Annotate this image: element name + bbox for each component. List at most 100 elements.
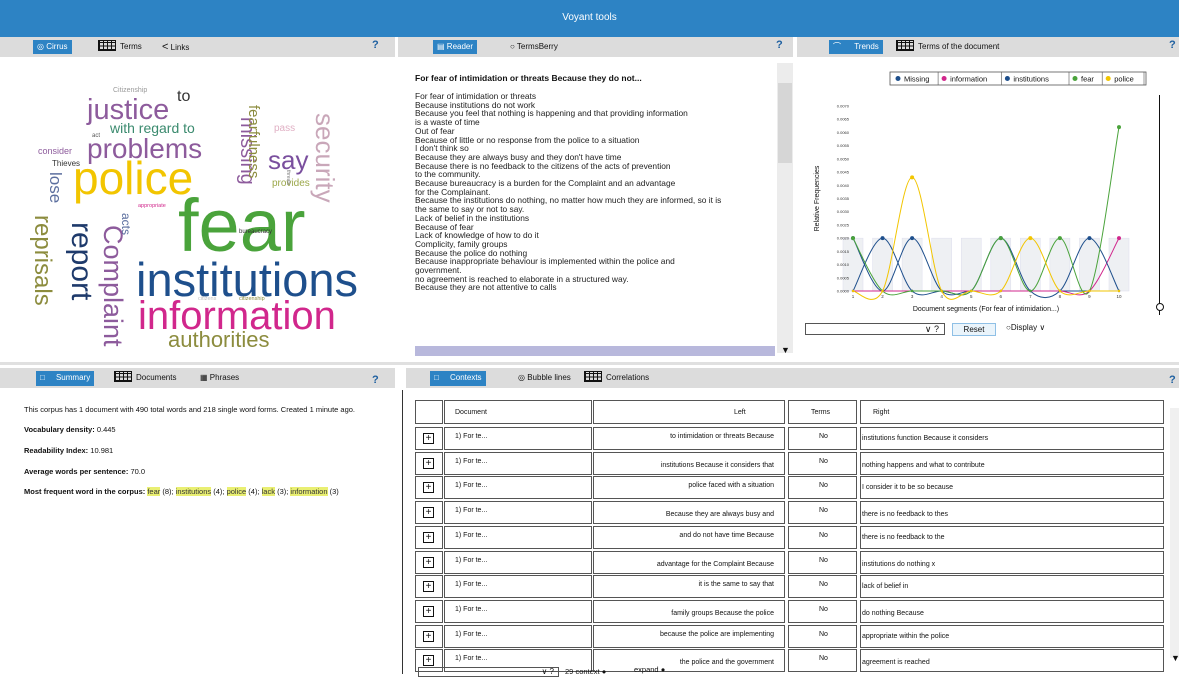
trends-scroll-thumb[interactable] <box>1156 303 1164 311</box>
tab-terms[interactable]: Terms <box>98 40 142 54</box>
cloud-word[interactable]: pass <box>274 124 295 134</box>
table-header-terms[interactable]: Terms <box>788 400 857 424</box>
expand-plus-icon[interactable]: + <box>423 507 434 518</box>
cloud-word[interactable]: with regard to <box>110 121 195 135</box>
tab-phrases[interactable]: ▦ Phrases <box>200 371 239 385</box>
reader-scroll-thumb[interactable] <box>778 83 792 163</box>
reader-progress-bar[interactable] <box>415 346 775 356</box>
table-cell-document[interactable]: 1) For te... <box>444 575 592 598</box>
table-cell-document[interactable]: 1) For te... <box>444 427 592 450</box>
reset-button[interactable]: Reset <box>952 323 996 336</box>
table-cell-terms[interactable]: No <box>788 551 857 574</box>
document-select[interactable]: ∨ ? <box>418 667 559 677</box>
cloud-word[interactable]: fearfulness <box>245 105 262 178</box>
expand-plus-icon[interactable]: + <box>423 631 434 642</box>
expand-plus-icon[interactable]: + <box>423 482 434 493</box>
scroll-down-arrow-icon[interactable]: ▼ <box>781 345 790 355</box>
cloud-word[interactable]: Thieves <box>52 160 80 168</box>
table-cell-document[interactable]: 1) For te... <box>444 625 592 648</box>
term-select[interactable]: ∨ ? <box>805 323 945 335</box>
table-cell-document[interactable]: 1) For te... <box>444 501 592 524</box>
cloud-word[interactable]: lose <box>46 172 65 203</box>
table-header-left[interactable]: Left <box>593 400 785 424</box>
table-cell-left[interactable]: Because they are always busy and <box>593 501 785 524</box>
table-cell-terms[interactable]: No <box>788 452 857 475</box>
tab-termsberry[interactable]: ○ TermsBerry <box>510 40 558 54</box>
table-cell-left[interactable]: advantage for the Complaint Because <box>593 551 785 574</box>
table-cell-left[interactable]: it is the same to say that <box>593 575 785 598</box>
reader-help-icon[interactable]: ? <box>776 39 783 51</box>
frequent-word-link[interactable]: lack <box>261 487 275 496</box>
table-cell-document[interactable]: 1) For te... <box>444 551 592 574</box>
table-cell-terms[interactable]: No <box>788 600 857 623</box>
slider-handle-icon[interactable]: ● <box>661 665 666 674</box>
table-header-right[interactable]: Right <box>860 400 1164 424</box>
tab-documents[interactable]: Documents <box>114 371 176 385</box>
table-cell-right[interactable]: appropriate within the police <box>860 625 1164 648</box>
contexts-help-icon[interactable]: ? <box>1169 374 1176 386</box>
cloud-word[interactable]: bureaucracy <box>239 229 272 235</box>
contexts-scrollbar[interactable] <box>1170 408 1179 658</box>
table-cell-document[interactable]: 1) For te... <box>444 476 592 499</box>
expand-control[interactable]: expand ● <box>634 665 665 674</box>
tab-links[interactable]: < Links <box>162 40 189 54</box>
table-cell-right[interactable]: institutions function Because it conside… <box>860 427 1164 450</box>
table-cell-terms[interactable]: No <box>788 526 857 549</box>
display-menu[interactable]: ○Display ∨ <box>1006 323 1045 332</box>
table-cell-left[interactable]: and do not have time Because <box>593 526 785 549</box>
frequent-word-link[interactable]: institutions <box>175 487 212 496</box>
table-cell-right[interactable]: there is no feedback to thes <box>860 501 1164 524</box>
table-cell-left[interactable]: institutions Because it considers that <box>593 452 785 475</box>
table-cell-right[interactable]: agreement is reached <box>860 649 1164 672</box>
cloud-word[interactable]: problems <box>87 135 202 163</box>
trends-scrollbar[interactable] <box>1159 95 1160 315</box>
cloud-word[interactable]: citizens <box>198 296 216 303</box>
tab-cirrus[interactable]: ◎ Cirrus <box>33 40 72 54</box>
tab-correlations[interactable]: Correlations <box>584 371 649 385</box>
tab-summary[interactable]: □ Summary <box>36 371 95 386</box>
table-cell-document[interactable]: 1) For te... <box>444 526 592 549</box>
expand-plus-icon[interactable]: + <box>423 458 434 469</box>
table-cell-terms[interactable]: No <box>788 427 857 450</box>
cirrus-help-icon[interactable]: ? <box>372 39 379 51</box>
cloud-word[interactable]: Complaint <box>98 225 128 347</box>
cloud-word[interactable]: acts <box>119 213 133 235</box>
cloud-word[interactable]: reprisals <box>29 215 56 306</box>
tab-trends[interactable]: ⌒ Trends <box>829 40 883 54</box>
expand-plus-icon[interactable]: + <box>423 557 434 568</box>
cloud-word[interactable]: security <box>310 113 340 203</box>
table-cell-left[interactable]: because the police are implementing <box>593 625 785 648</box>
table-cell-left[interactable]: the police and the government <box>593 649 785 672</box>
table-cell-left[interactable]: police faced with a situation <box>593 476 785 499</box>
table-cell-document[interactable]: 1) For te... <box>444 600 592 623</box>
cloud-word[interactable]: act <box>92 133 100 139</box>
cloud-word[interactable]: authorities <box>168 329 270 351</box>
table-cell-terms[interactable]: No <box>788 575 857 598</box>
tab-contexts[interactable]: □ Contexts <box>430 371 486 386</box>
cloud-word[interactable]: fear <box>178 189 306 263</box>
expand-plus-icon[interactable]: + <box>423 655 434 666</box>
cloud-word[interactable]: consider <box>38 147 72 156</box>
reader-scrollbar[interactable] <box>777 63 793 353</box>
table-cell-right[interactable]: do nothing Because <box>860 600 1164 623</box>
scroll-down-arrow-icon[interactable]: ▼ <box>1171 653 1179 663</box>
summary-help-icon[interactable]: ? <box>372 374 379 386</box>
tab-reader[interactable]: ▤ Reader <box>433 40 478 54</box>
frequent-word-link[interactable]: information <box>290 487 328 496</box>
cloud-word[interactable]: citizenship <box>239 296 265 303</box>
table-cell-left[interactable]: family groups Because the police <box>593 600 785 623</box>
cloud-word[interactable]: Citizenship <box>113 87 147 94</box>
cloud-word[interactable]: to <box>177 89 190 105</box>
table-cell-right[interactable]: I consider it to be so because <box>860 476 1164 499</box>
table-cell-right[interactable]: institutions do nothing x <box>860 551 1164 574</box>
frequent-word-link[interactable]: police <box>226 487 247 496</box>
table-cell-terms[interactable]: No <box>788 501 857 524</box>
table-cell-terms[interactable]: No <box>788 649 857 672</box>
expand-plus-icon[interactable]: + <box>423 581 434 592</box>
table-cell-right[interactable]: there is no feedback to the <box>860 526 1164 549</box>
table-cell-right[interactable]: lack of belief in <box>860 575 1164 598</box>
frequent-word-link[interactable]: fear <box>147 487 161 496</box>
table-cell-document[interactable]: 1) For te... <box>444 452 592 475</box>
expand-plus-icon[interactable]: + <box>423 606 434 617</box>
context-control[interactable]: 29 context ● <box>565 667 621 676</box>
